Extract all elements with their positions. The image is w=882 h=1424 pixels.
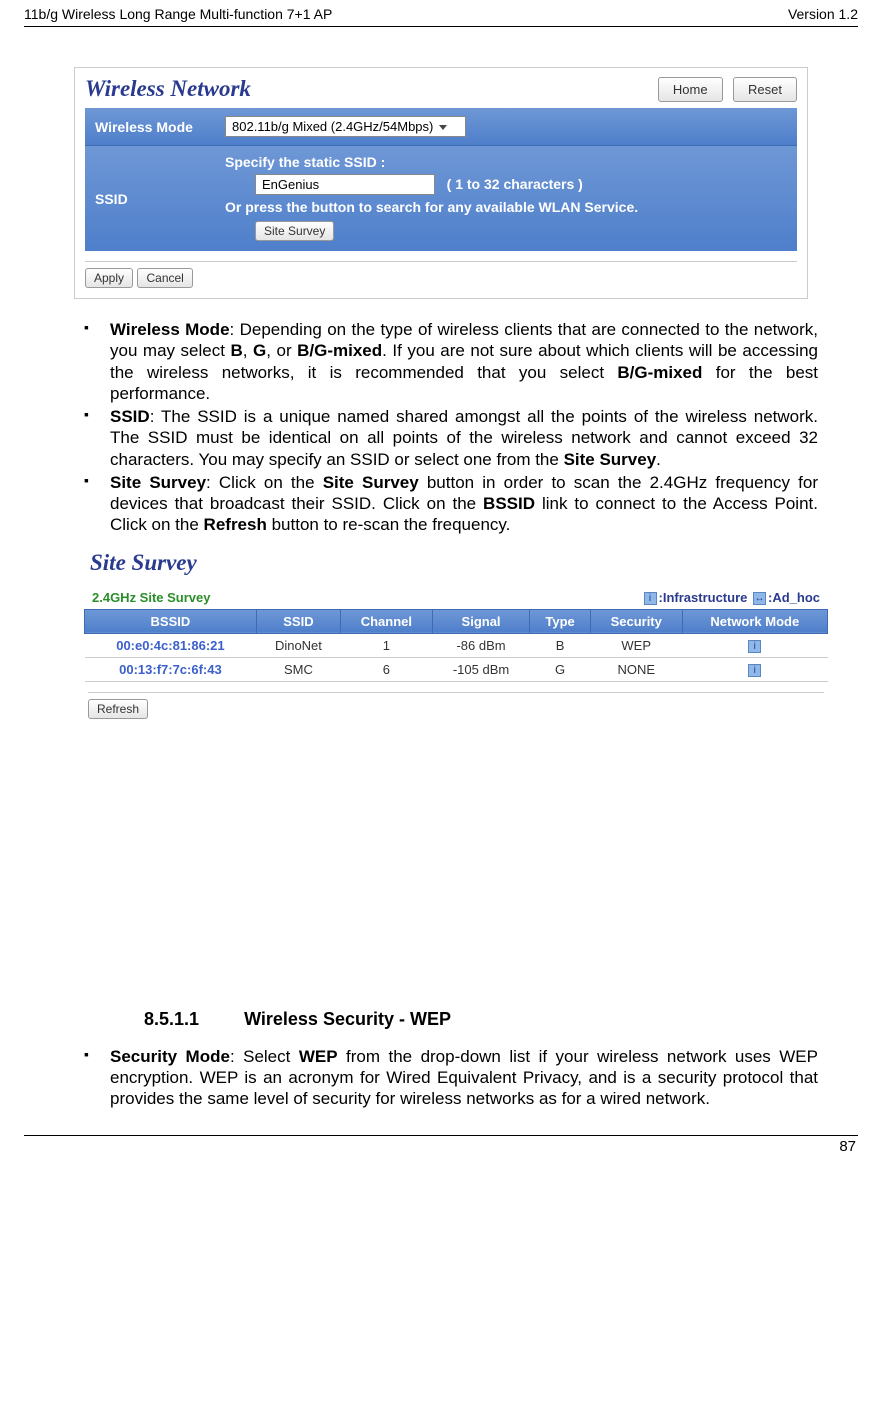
- site-survey-table: BSSID SSID Channel Signal Type Security …: [84, 609, 828, 682]
- section-number: 8.5.1.1: [144, 1009, 199, 1029]
- doc-header-left: 11b/g Wireless Long Range Multi-function…: [24, 6, 332, 22]
- col-channel: Channel: [341, 609, 433, 633]
- wireless-mode-select[interactable]: 802.11b/g Mixed (2.4GHz/54Mbps): [225, 116, 466, 137]
- table-row: 00:13:f7:7c:6f:43 SMC 6 -105 dBm G NONE …: [85, 657, 828, 681]
- wireless-mode-label: Wireless Mode: [85, 108, 215, 145]
- bullet-ssid: SSID: The SSID is a unique named shared …: [84, 406, 818, 470]
- doc-header-right: Version 1.2: [788, 6, 858, 22]
- cell-channel: 1: [341, 633, 433, 657]
- table-row: 00:e0:4c:81:86:21 DinoNet 1 -86 dBm B WE…: [85, 633, 828, 657]
- ssid-specify-text: Specify the static SSID :: [225, 154, 787, 170]
- col-security: Security: [590, 609, 682, 633]
- bssid-link[interactable]: 00:e0:4c:81:86:21: [85, 633, 257, 657]
- apply-button[interactable]: Apply: [85, 268, 133, 288]
- cell-type: G: [530, 657, 591, 681]
- cell-type: B: [530, 633, 591, 657]
- site-survey-panel: Site Survey 2.4GHz Site Survey i:Infrast…: [84, 550, 828, 729]
- cell-signal: -86 dBm: [432, 633, 530, 657]
- col-ssid: SSID: [256, 609, 340, 633]
- wireless-network-panel: Wireless Network Home Reset Wireless Mod…: [74, 67, 808, 299]
- ssid-char-hint: ( 1 to 32 characters ): [447, 176, 583, 192]
- infrastructure-icon: i: [748, 664, 761, 677]
- page-number: 87: [24, 1135, 858, 1155]
- col-type: Type: [530, 609, 591, 633]
- bullet-site-survey: Site Survey: Click on the Site Survey bu…: [84, 472, 818, 536]
- security-description-list: Security Mode: Select WEP from the drop-…: [84, 1046, 818, 1110]
- section-title: Wireless Security - WEP: [244, 1009, 451, 1029]
- site-survey-legend-left: 2.4GHz Site Survey: [92, 590, 211, 605]
- cell-ssid: DinoNet: [256, 633, 340, 657]
- bullet-wireless-mode: Wireless Mode: Depending on the type of …: [84, 319, 818, 404]
- cell-ssid: SMC: [256, 657, 340, 681]
- col-bssid: BSSID: [85, 609, 257, 633]
- site-survey-title: Site Survey: [84, 550, 828, 576]
- refresh-button[interactable]: Refresh: [88, 699, 148, 719]
- adhoc-icon: ↔: [753, 592, 766, 605]
- site-survey-legend-right: i:Infrastructure ↔:Ad_hoc: [642, 590, 820, 605]
- cell-mode: i: [682, 633, 827, 657]
- ssid-label: SSID: [85, 146, 215, 251]
- col-mode: Network Mode: [682, 609, 827, 633]
- bullet-security-mode: Security Mode: Select WEP from the drop-…: [84, 1046, 818, 1110]
- ssid-or-text: Or press the button to search for any av…: [225, 199, 787, 215]
- infrastructure-icon: i: [748, 640, 761, 653]
- cancel-button[interactable]: Cancel: [137, 268, 192, 288]
- infrastructure-icon: i: [644, 592, 657, 605]
- bssid-link[interactable]: 00:13:f7:7c:6f:43: [85, 657, 257, 681]
- cell-security: NONE: [590, 657, 682, 681]
- site-survey-button[interactable]: Site Survey: [255, 221, 334, 241]
- ssid-input[interactable]: EnGenius: [255, 174, 435, 195]
- cell-signal: -105 dBm: [432, 657, 530, 681]
- wireless-description-list: Wireless Mode: Depending on the type of …: [84, 319, 818, 536]
- col-signal: Signal: [432, 609, 530, 633]
- cell-security: WEP: [590, 633, 682, 657]
- home-button[interactable]: Home: [658, 77, 723, 102]
- cell-mode: i: [682, 657, 827, 681]
- reset-button[interactable]: Reset: [733, 77, 797, 102]
- cell-channel: 6: [341, 657, 433, 681]
- section-heading: 8.5.1.1 Wireless Security - WEP: [144, 1009, 818, 1030]
- wireless-network-title: Wireless Network: [85, 76, 251, 102]
